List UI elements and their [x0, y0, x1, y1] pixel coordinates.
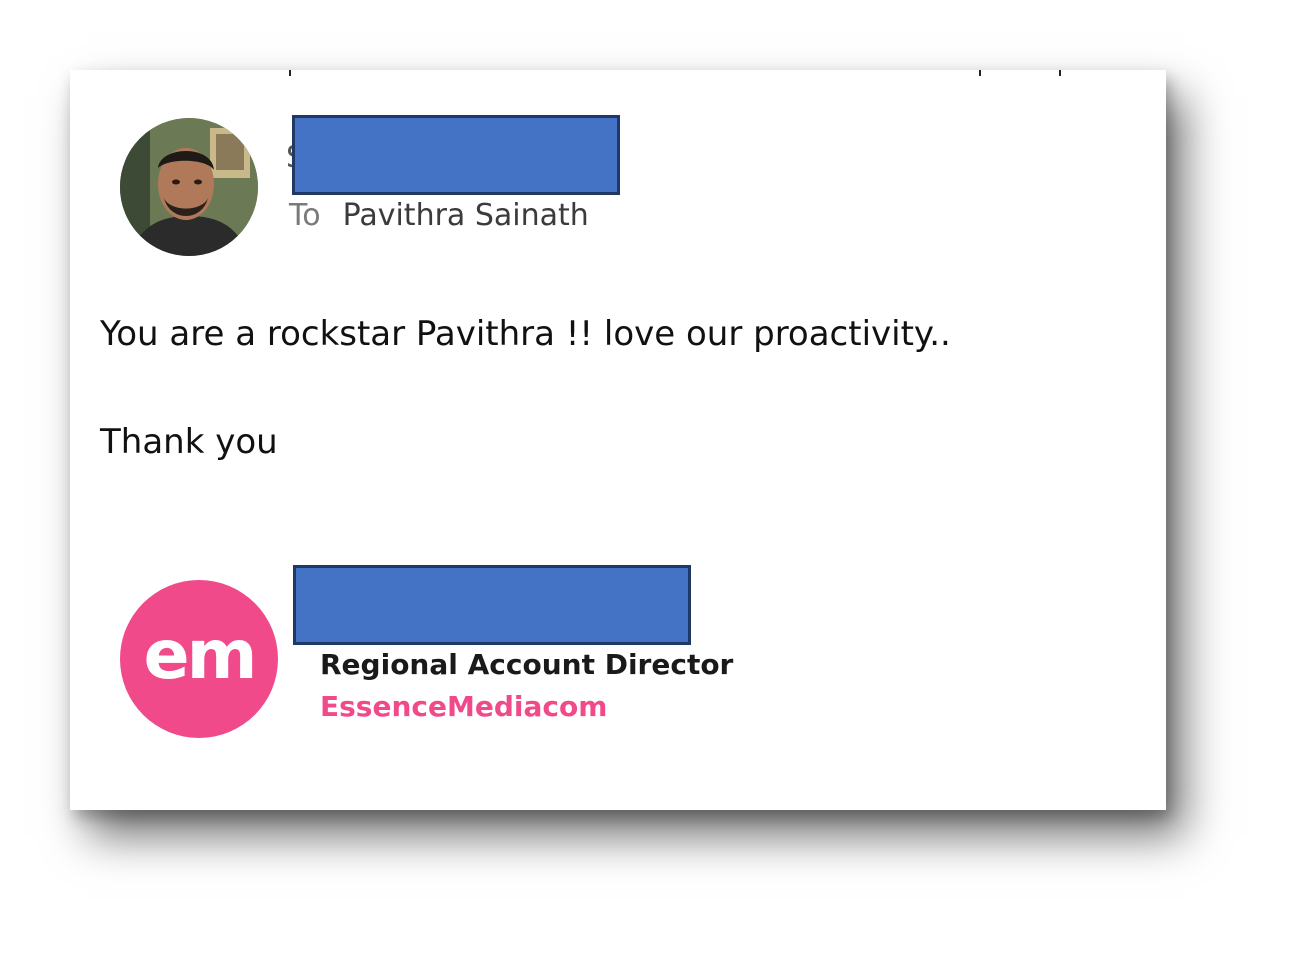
signature-job-title: Regional Account Director: [320, 648, 734, 681]
sender-avatar[interactable]: [120, 118, 258, 256]
recipient-name[interactable]: Pavithra Sainath: [343, 198, 589, 233]
redacted-signature-name: [293, 565, 691, 645]
cropped-mark: [979, 70, 981, 76]
message-body-line: Thank you: [100, 422, 278, 462]
recipient-line: To Pavithra Sainath: [289, 198, 589, 233]
redacted-sender-name: [292, 115, 620, 195]
cropped-mark: [289, 70, 291, 76]
signature-company: EssenceMediacom: [320, 690, 608, 723]
message-body-line: You are a rockstar Pavithra !! love our …: [100, 314, 951, 354]
logo-text: em: [143, 616, 258, 695]
cropped-mark: [1059, 70, 1061, 76]
to-label: To: [289, 198, 321, 233]
email-message-card: S ToPavithra Sainath You are a rockstar …: [70, 70, 1166, 810]
essencemediacom-logo: em: [120, 580, 278, 738]
screenshot-stage: S ToPavithra Sainath You are a rockstar …: [0, 0, 1308, 953]
